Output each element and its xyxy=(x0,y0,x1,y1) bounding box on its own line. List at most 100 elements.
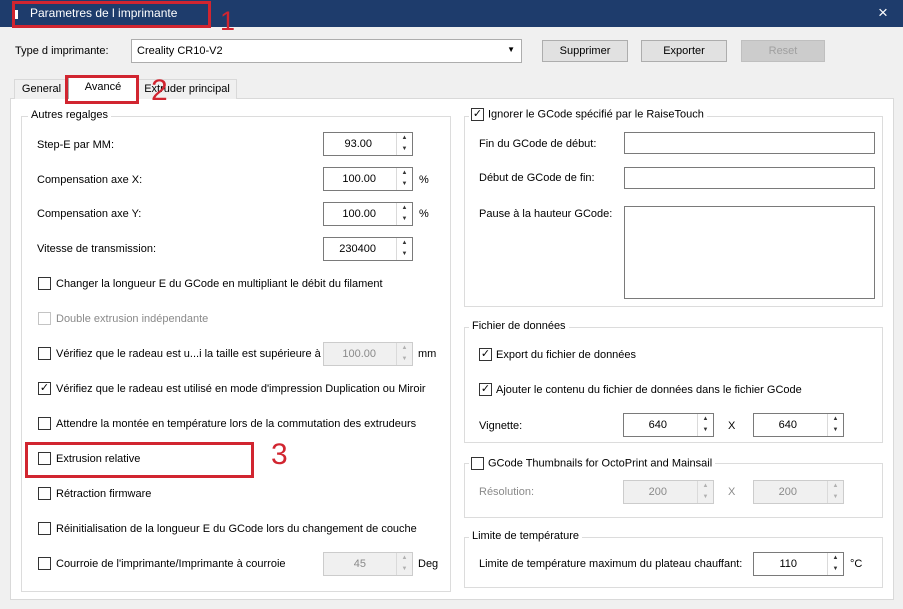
spin-up-icon[interactable]: ▲ xyxy=(828,414,843,425)
belt-angle-unit: Deg xyxy=(418,558,439,570)
spin-up-icon[interactable]: ▲ xyxy=(397,133,412,144)
spin-up-icon: ▲ xyxy=(401,345,408,351)
resolution-width-spinbox: 200 ▲ ▼ xyxy=(623,480,714,504)
spin-down-icon: ▼ xyxy=(832,494,839,500)
start-gcode-end-input[interactable] xyxy=(624,132,875,154)
resolution-width-value: 200 xyxy=(648,486,667,498)
annotation-box-3 xyxy=(25,442,254,478)
raft-size-unit: mm xyxy=(418,348,437,360)
temperature-title: Limite de température xyxy=(469,530,582,542)
comp-x-value: 100.00 xyxy=(342,173,376,185)
octoprint-title-wrap: GCode Thumbnails for OctoPrint and Mains… xyxy=(469,457,716,470)
wait-temp-checkbox[interactable] xyxy=(38,417,51,430)
bed-temp-limit-label: Limite de température maximum du plateau… xyxy=(479,558,743,570)
thumbnail-height-spinbox[interactable]: 640 ▲ ▼ xyxy=(753,413,844,437)
append-datafile-label: Ajouter le contenu du fichier de données… xyxy=(496,384,802,396)
belt-checkbox[interactable] xyxy=(38,557,51,570)
dual-extrusion-label: Double extrusion indépendante xyxy=(56,313,209,325)
baud-value: 230400 xyxy=(339,243,376,255)
annotation-box-2 xyxy=(65,75,139,104)
raft-size-spinbox: 100.00 ▲ ▼ xyxy=(323,342,413,366)
export-datafile-checkbox[interactable]: ✓ xyxy=(479,348,492,361)
raft-size-label: Vérifiez que le radeau est u...i la tail… xyxy=(56,348,321,360)
thumbnail-height-value: 640 xyxy=(778,419,797,431)
comp-y-spinbox[interactable]: 100.00 ▲ ▼ xyxy=(323,202,413,226)
annotation-number-1: 1 xyxy=(220,6,236,36)
export-button[interactable]: Exporter xyxy=(641,40,727,62)
comp-x-label: Compensation axe X: xyxy=(37,174,143,186)
octoprint-checkbox[interactable] xyxy=(471,457,484,470)
step-e-label: Step-E par MM: xyxy=(37,139,115,151)
spin-up-icon[interactable]: ▲ xyxy=(397,203,412,214)
end-gcode-start-label: Début de GCode de fin: xyxy=(479,172,595,184)
spin-up-icon[interactable]: ▲ xyxy=(397,168,412,179)
pause-gcode-label: Pause à la hauteur GCode: xyxy=(479,208,613,220)
reset-e-label: Réinitialisation de la longueur E du GCo… xyxy=(56,523,417,535)
raisetouch-title: Ignorer le GCode spécifié par le RaiseTo… xyxy=(488,108,704,121)
reset-e-checkbox[interactable] xyxy=(38,522,51,535)
spin-down-icon[interactable]: ▼ xyxy=(828,425,843,436)
spin-up-icon: ▲ xyxy=(832,483,839,489)
annotation-number-3: 3 xyxy=(271,438,288,471)
raft-dup-checkbox[interactable]: ✓ xyxy=(38,382,51,395)
spin-down-icon[interactable]: ▼ xyxy=(397,249,412,260)
step-e-spinbox[interactable]: 93.00 ▲ ▼ xyxy=(323,132,413,156)
spin-down-icon[interactable]: ▼ xyxy=(828,564,843,575)
close-icon[interactable]: × xyxy=(878,2,888,24)
raisetouch-checkbox[interactable]: ✓ xyxy=(471,108,484,121)
annotation-number-2: 2 xyxy=(151,74,168,107)
bed-temp-limit-value: 110 xyxy=(779,558,797,570)
printer-type-value: Creality CR10-V2 xyxy=(137,45,223,57)
thumbnail-label: Vignette: xyxy=(479,420,523,432)
raft-size-value: 100.00 xyxy=(342,348,376,360)
spin-down-icon: ▼ xyxy=(401,356,408,362)
dual-extrusion-checkbox xyxy=(38,312,51,325)
comp-y-label: Compensation axe Y: xyxy=(37,208,142,220)
raft-size-checkbox[interactable] xyxy=(38,347,51,360)
other-settings-title: Autres regalges xyxy=(28,109,112,121)
delete-button[interactable]: Supprimer xyxy=(542,40,628,62)
resolution-height-value: 200 xyxy=(778,486,797,498)
thumbnail-x-label: X xyxy=(728,420,736,432)
start-gcode-end-label: Fin du GCode de début: xyxy=(479,138,597,150)
export-datafile-label: Export du fichier de données xyxy=(496,349,637,361)
fw-retract-label: Rétraction firmware xyxy=(56,488,152,500)
thumbnail-width-value: 640 xyxy=(648,419,667,431)
annotation-box-1 xyxy=(12,1,211,28)
spin-up-icon: ▲ xyxy=(702,483,709,489)
spin-up-icon: ▲ xyxy=(401,555,408,561)
step-e-value: 93.00 xyxy=(344,138,372,150)
printer-type-select[interactable]: Creality CR10-V2 ▼ xyxy=(131,39,522,63)
resolution-height-spinbox: 200 ▲ ▼ xyxy=(753,480,844,504)
spin-down-icon[interactable]: ▼ xyxy=(397,144,412,155)
append-datafile-checkbox[interactable]: ✓ xyxy=(479,383,492,396)
length-e-checkbox[interactable] xyxy=(38,277,51,290)
baud-label: Vitesse de transmission: xyxy=(37,243,157,255)
length-e-label: Changer la longueur E du GCode en multip… xyxy=(56,278,383,290)
spin-up-icon[interactable]: ▲ xyxy=(698,414,713,425)
spin-down-icon[interactable]: ▼ xyxy=(397,179,412,190)
comp-y-value: 100.00 xyxy=(342,208,376,220)
thumbnail-width-spinbox[interactable]: 640 ▲ ▼ xyxy=(623,413,714,437)
belt-label: Courroie de l'imprimante/Imprimante à co… xyxy=(56,558,286,570)
baud-spinbox[interactable]: 230400 ▲ ▼ xyxy=(323,237,413,261)
chevron-down-icon: ▼ xyxy=(507,45,515,54)
spin-down-icon[interactable]: ▼ xyxy=(698,425,713,436)
spin-down-icon[interactable]: ▼ xyxy=(397,214,412,225)
spin-up-icon[interactable]: ▲ xyxy=(397,238,412,249)
printer-type-label: Type d imprimante: xyxy=(15,45,109,57)
end-gcode-start-input[interactable] xyxy=(624,167,875,189)
fw-retract-checkbox[interactable] xyxy=(38,487,51,500)
spin-down-icon: ▼ xyxy=(401,566,408,572)
resolution-x-label: X xyxy=(728,486,736,498)
raft-dup-label: Vérifiez que le radeau est utilisé en mo… xyxy=(56,383,426,395)
spin-up-icon[interactable]: ▲ xyxy=(828,553,843,564)
comp-x-unit: % xyxy=(419,174,429,186)
octoprint-title: GCode Thumbnails for OctoPrint and Mains… xyxy=(488,457,713,470)
comp-x-spinbox[interactable]: 100.00 ▲ ▼ xyxy=(323,167,413,191)
raisetouch-title-wrap: ✓ Ignorer le GCode spécifié par le RaiseT… xyxy=(469,108,707,121)
resolution-label: Résolution: xyxy=(479,486,535,498)
tab-general[interactable]: General xyxy=(14,79,69,99)
bed-temp-limit-spinbox[interactable]: 110 ▲ ▼ xyxy=(753,552,844,576)
pause-gcode-textarea[interactable] xyxy=(624,206,875,299)
